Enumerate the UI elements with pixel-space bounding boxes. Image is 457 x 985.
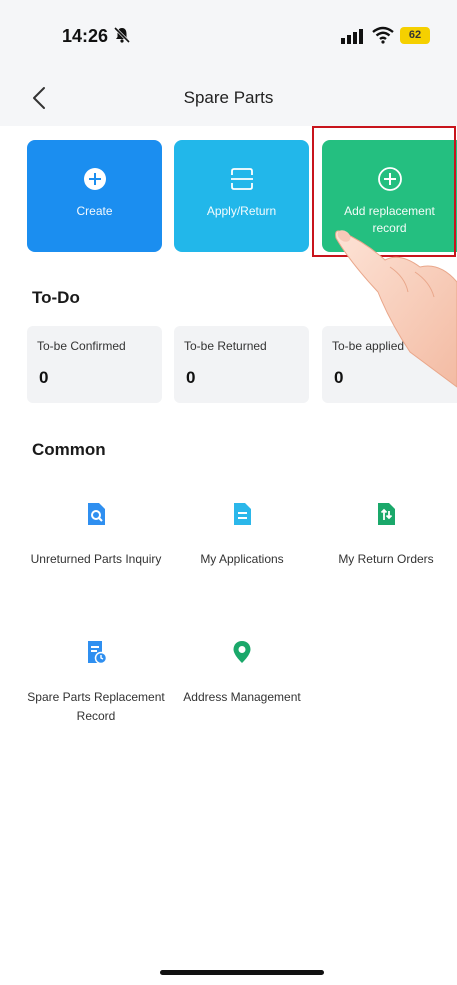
apply-return-label: Apply/Return — [206, 204, 277, 218]
wifi-icon — [372, 26, 394, 44]
apply-return-button[interactable]: Apply/Return — [174, 140, 309, 252]
common-item-label: Spare Parts Replacement Record — [27, 690, 165, 723]
todo-count: 0 — [186, 368, 196, 387]
nav-bar: Spare Parts — [0, 70, 457, 126]
todo-label: To-be Confirmed — [37, 339, 126, 353]
status-time: 14:26 — [62, 26, 109, 46]
spare-parts-replacement-record-item[interactable]: Spare Parts Replacement Record — [26, 639, 166, 726]
location-pin-icon — [233, 641, 251, 663]
common-item-label: Unreturned Parts Inquiry — [30, 552, 162, 566]
page-title: Spare Parts — [183, 88, 274, 107]
status-bar: 14:26 62 — [0, 0, 457, 70]
doc-icon — [234, 503, 251, 525]
common-item-label: My Applications — [200, 552, 284, 566]
scan-icon — [230, 168, 253, 190]
bell-off-icon — [113, 26, 131, 44]
my-return-orders-item[interactable]: My Return Orders — [316, 501, 456, 569]
todo-count: 0 — [39, 368, 49, 387]
battery-indicator: 62 — [400, 27, 430, 44]
pointing-hand-icon — [335, 230, 457, 388]
common-item-label: My Return Orders — [338, 552, 434, 566]
todo-label: To-be Returned — [184, 339, 267, 353]
unreturned-parts-inquiry-item[interactable]: Unreturned Parts Inquiry — [26, 501, 166, 569]
common-item-label: Address Management — [183, 690, 301, 704]
plus-circle-icon — [83, 168, 106, 190]
common-section-title: Common — [32, 440, 106, 459]
return-order-icon — [378, 503, 395, 525]
signal-icon — [341, 29, 363, 44]
create-label: Create — [76, 204, 113, 218]
main-content: Create Apply/Return Add replacement reco… — [0, 126, 457, 985]
todo-card-returned[interactable]: To-be Returned 0 — [174, 326, 309, 403]
address-management-item[interactable]: Address Management — [172, 639, 312, 707]
create-button[interactable]: Create — [27, 140, 162, 252]
todo-card-confirmed[interactable]: To-be Confirmed 0 — [27, 326, 162, 403]
my-applications-item[interactable]: My Applications — [172, 501, 312, 569]
doc-search-icon — [88, 503, 105, 525]
todo-section-title: To-Do — [32, 288, 80, 307]
doc-clock-icon — [88, 641, 108, 665]
home-indicator — [160, 970, 324, 975]
